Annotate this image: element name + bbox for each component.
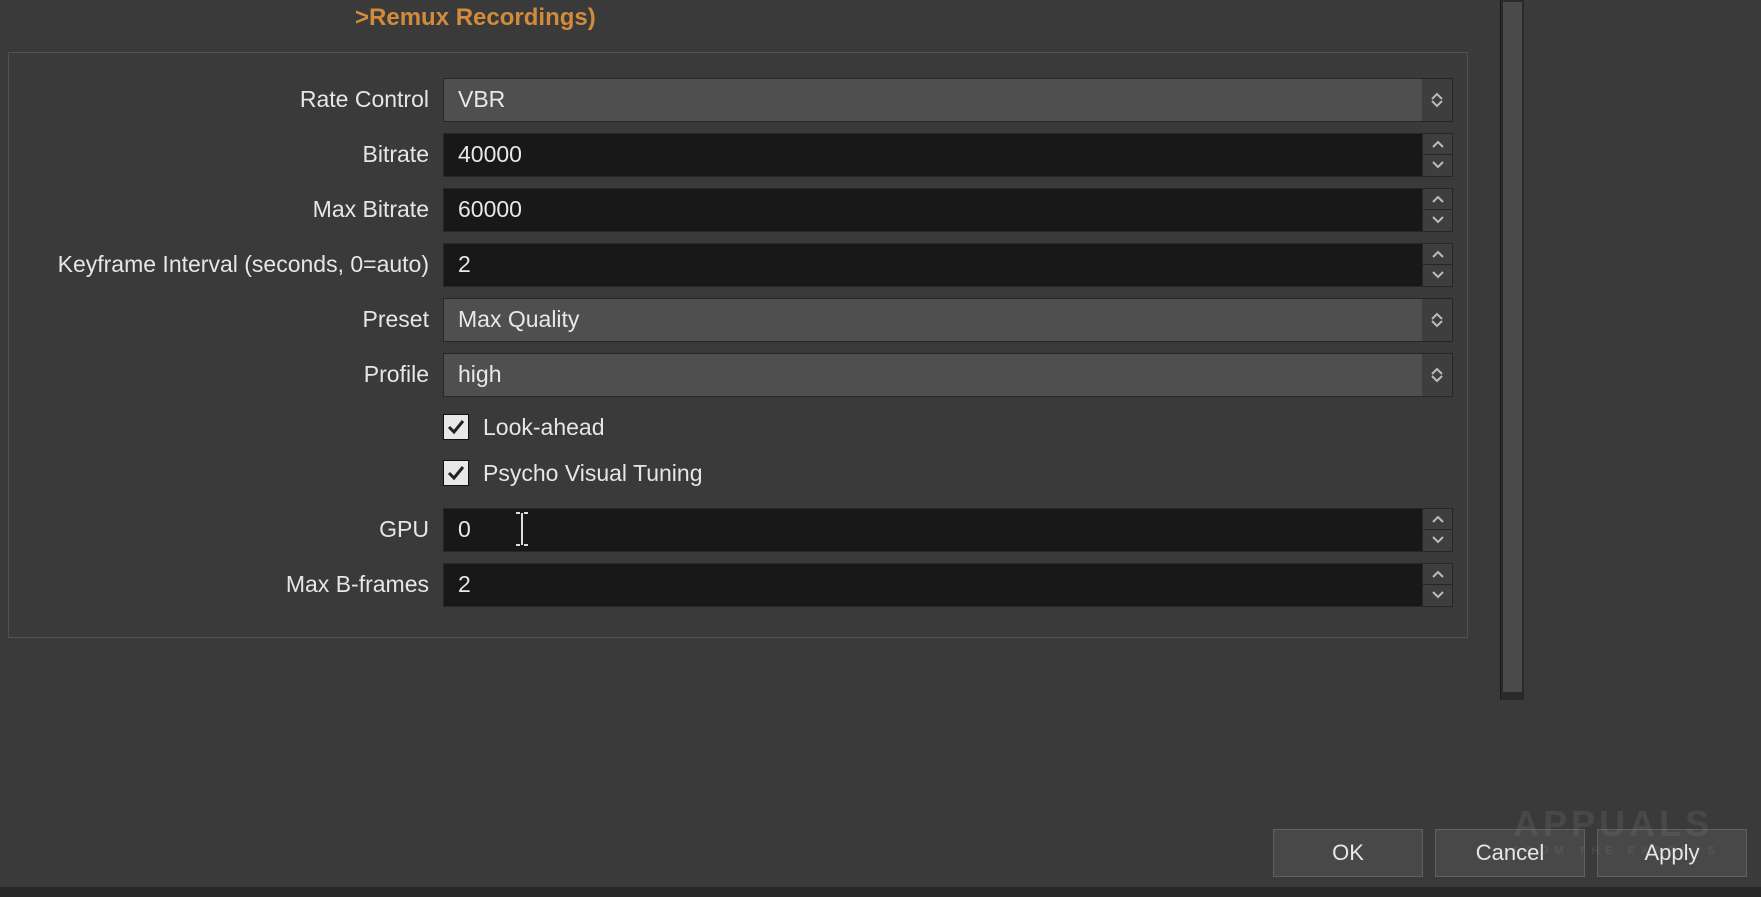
- dropdown-arrows-icon: [1422, 79, 1452, 121]
- psycho-visual-label: Psycho Visual Tuning: [483, 460, 703, 487]
- max-bframes-input[interactable]: 2: [443, 563, 1423, 607]
- rate-control-combo[interactable]: VBR: [443, 78, 1453, 122]
- max-bframes-label: Max B-frames: [23, 571, 443, 598]
- look-ahead-label: Look-ahead: [483, 414, 605, 441]
- encoder-settings-panel: Rate Control VBR Bitrate 40000 Max Bitra…: [8, 52, 1468, 638]
- profile-combo[interactable]: high: [443, 353, 1453, 397]
- keyframe-step-up[interactable]: [1423, 244, 1452, 266]
- profile-value: high: [458, 361, 501, 388]
- preset-combo[interactable]: Max Quality: [443, 298, 1453, 342]
- keyframe-interval-label: Keyframe Interval (seconds, 0=auto): [23, 251, 443, 278]
- profile-label: Profile: [23, 361, 443, 388]
- max-bframes-step-up[interactable]: [1423, 564, 1452, 586]
- dropdown-arrows-icon: [1422, 354, 1452, 396]
- psycho-visual-checkbox[interactable]: [443, 460, 469, 486]
- rate-control-value: VBR: [458, 86, 505, 113]
- apply-button[interactable]: Apply: [1597, 829, 1747, 877]
- bitrate-step-down[interactable]: [1423, 155, 1452, 176]
- horizontal-scrollbar[interactable]: [0, 887, 1761, 897]
- preset-value: Max Quality: [458, 306, 579, 333]
- ok-button[interactable]: OK: [1273, 829, 1423, 877]
- preset-label: Preset: [23, 306, 443, 333]
- keyframe-step-down[interactable]: [1423, 265, 1452, 286]
- bitrate-input[interactable]: 40000: [443, 133, 1423, 177]
- rate-control-label: Rate Control: [23, 86, 443, 113]
- gpu-input[interactable]: 0: [443, 508, 1423, 552]
- max-bitrate-input[interactable]: 60000: [443, 188, 1423, 232]
- max-bframes-step-down[interactable]: [1423, 585, 1452, 606]
- bitrate-label: Bitrate: [23, 141, 443, 168]
- cancel-button[interactable]: Cancel: [1435, 829, 1585, 877]
- max-bitrate-step-down[interactable]: [1423, 210, 1452, 231]
- dropdown-arrows-icon: [1422, 299, 1452, 341]
- bitrate-step-up[interactable]: [1423, 134, 1452, 156]
- gpu-step-up[interactable]: [1423, 509, 1452, 531]
- gpu-label: GPU: [23, 516, 443, 543]
- gpu-step-down[interactable]: [1423, 530, 1452, 551]
- remux-recordings-link[interactable]: >Remux Recordings): [355, 0, 1761, 52]
- look-ahead-checkbox[interactable]: [443, 414, 469, 440]
- keyframe-interval-input[interactable]: 2: [443, 243, 1423, 287]
- scrollbar-thumb[interactable]: [1503, 2, 1522, 692]
- max-bitrate-label: Max Bitrate: [23, 196, 443, 223]
- max-bitrate-step-up[interactable]: [1423, 189, 1452, 211]
- vertical-scrollbar[interactable]: [1500, 0, 1524, 700]
